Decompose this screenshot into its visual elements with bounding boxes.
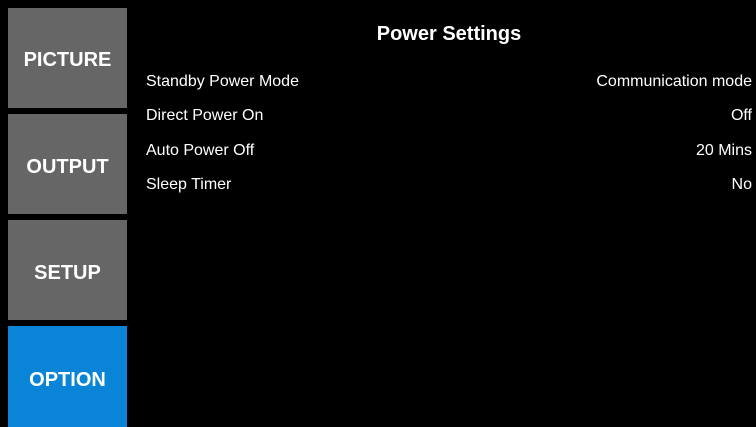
setting-value: 20 Mins: [695, 142, 752, 159]
page-title: Power Settings: [376, 23, 522, 45]
setting-value: Communication mode: [596, 73, 752, 90]
setting-row-sleep-timer[interactable]: Sleep Timer No: [146, 174, 752, 196]
setting-row-direct-power-on[interactable]: Direct Power On Off: [146, 105, 752, 127]
tab-option[interactable]: OPTION: [8, 326, 127, 427]
tab-picture[interactable]: PICTURE: [8, 8, 127, 108]
tab-output-label: OUTPUT: [26, 155, 109, 178]
tab-setup[interactable]: SETUP: [8, 220, 127, 320]
menu-sidebar: PICTURE OUTPUT SETUP OPTION: [8, 8, 127, 427]
setting-value: Off: [730, 107, 752, 124]
setting-row-standby-power-mode[interactable]: Standby Power Mode Communication mode: [146, 71, 752, 93]
setting-label: Auto Power Off: [146, 142, 255, 159]
setting-label: Standby Power Mode: [146, 73, 299, 90]
tab-output[interactable]: OUTPUT: [8, 114, 127, 214]
setting-value: No: [731, 176, 752, 193]
setting-label: Sleep Timer: [146, 176, 232, 193]
tab-option-label: OPTION: [29, 369, 106, 391]
tab-picture-label: PICTURE: [23, 48, 112, 71]
setting-label: Direct Power On: [146, 107, 264, 124]
tab-setup-label: SETUP: [34, 261, 101, 284]
setting-row-auto-power-off[interactable]: Auto Power Off 20 Mins: [146, 140, 752, 162]
settings-panel: Power Settings Standby Power Mode Commun…: [146, 0, 752, 427]
